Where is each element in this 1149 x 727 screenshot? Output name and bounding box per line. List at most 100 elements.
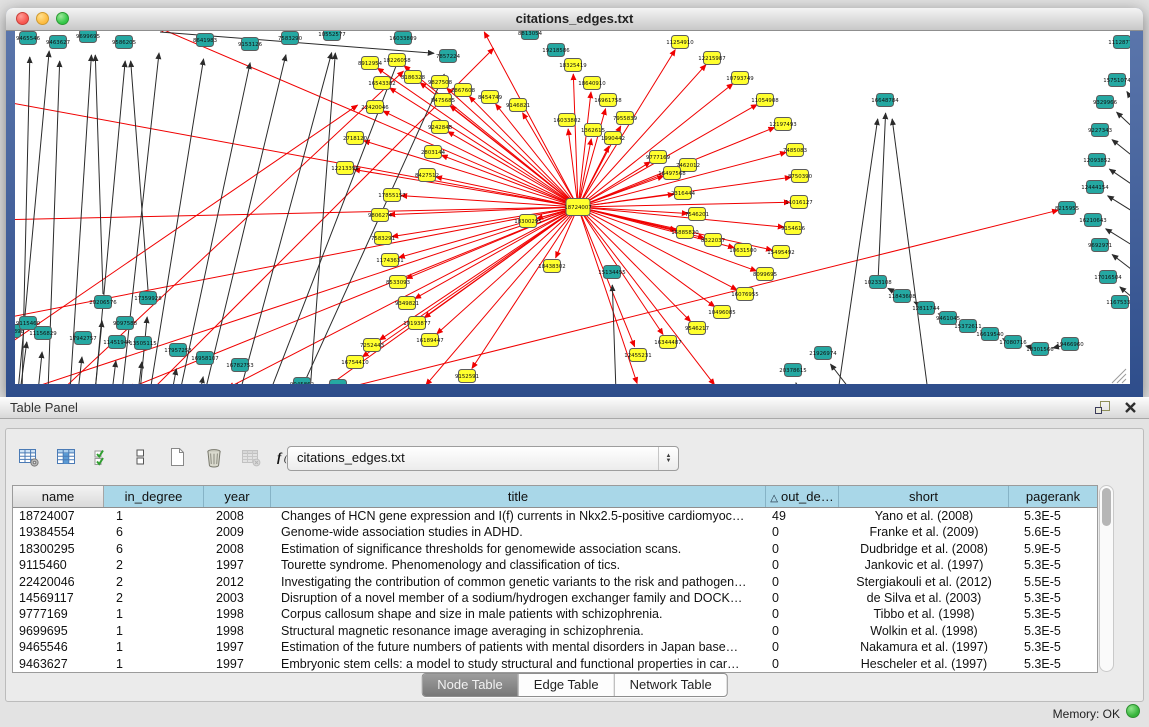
- network-node[interactable]: 9146821: [506, 99, 530, 112]
- network-node[interactable]: 1990442: [601, 132, 625, 145]
- cell-pagerank[interactable]: 5.3E-5: [1009, 557, 1097, 573]
- network-node[interactable]: 7546201: [685, 208, 709, 221]
- cell-short[interactable]: Wolkin et al. (1998): [839, 623, 1009, 639]
- cell-short[interactable]: de Silva et al. (2003): [839, 590, 1009, 606]
- cell-title[interactable]: Investigating the contribution of common…: [271, 574, 766, 590]
- network-node[interactable]: 10193877: [403, 317, 430, 330]
- network-node[interactable]: 18325419: [559, 59, 587, 72]
- network-node[interactable]: 8475685: [431, 94, 455, 107]
- network-node[interactable]: 2718120: [343, 132, 368, 145]
- network-node[interactable]: 12215987: [698, 52, 725, 65]
- cell-pagerank[interactable]: 5.9E-5: [1009, 541, 1097, 557]
- network-edge-directed-red[interactable]: [327, 207, 578, 384]
- network-node[interactable]: 9463627: [46, 36, 70, 49]
- network-node[interactable]: 18640910: [578, 77, 606, 90]
- cell-short[interactable]: Stergiakouli et al. (2012): [839, 574, 1009, 590]
- resize-grip[interactable]: [1112, 369, 1126, 383]
- network-node[interactable]: 16648784: [871, 94, 899, 107]
- tab-edge-table[interactable]: Edge Table: [518, 674, 614, 696]
- cell-pagerank[interactable]: 5.6E-5: [1009, 524, 1097, 540]
- network-edge-directed-black[interactable]: [112, 361, 116, 384]
- network-node[interactable]: 9154616: [781, 222, 806, 235]
- cell-out_degree[interactable]: 49: [766, 508, 839, 524]
- network-node[interactable]: 7252443: [360, 339, 384, 352]
- cell-in_degree[interactable]: 1: [104, 639, 204, 655]
- network-node[interactable]: 9699695: [76, 31, 100, 43]
- network-node[interactable]: 18226058: [383, 54, 411, 67]
- cell-out_degree[interactable]: 0: [766, 574, 839, 590]
- network-node[interactable]: 11128774: [1108, 36, 1130, 49]
- cell-pagerank[interactable]: 5.3E-5: [1009, 508, 1097, 524]
- scrollbar-thumb[interactable]: [1102, 488, 1111, 526]
- network-node[interactable]: 9242848: [428, 121, 453, 134]
- network-edge-directed-black[interactable]: [838, 119, 878, 384]
- cell-name[interactable]: 9115460: [13, 557, 104, 573]
- network-edge-directed-red[interactable]: [29, 207, 578, 384]
- column-header-in_degree[interactable]: in_degree: [104, 486, 204, 507]
- network-node[interactable]: 9045862: [290, 378, 314, 385]
- table-row[interactable]: 946554611997Estimation of the future num…: [13, 639, 1097, 655]
- network-node[interactable]: 12455231: [624, 349, 651, 362]
- network-node[interactable]: 21926974: [809, 347, 837, 360]
- table-row[interactable]: 1938455462009Genome-wide association stu…: [13, 524, 1097, 540]
- network-node[interactable]: 11054908: [751, 94, 779, 107]
- cell-name[interactable]: 9465546: [13, 639, 104, 655]
- network-node[interactable]: 9827508: [428, 76, 453, 89]
- cell-out_degree[interactable]: 0: [766, 524, 839, 540]
- memory-indicator[interactable]: [1126, 704, 1140, 718]
- cell-year[interactable]: 2008: [204, 508, 271, 524]
- network-edge-directed-black[interactable]: [95, 321, 102, 384]
- cell-name[interactable]: 18300295: [13, 541, 104, 557]
- cell-pagerank[interactable]: 5.3E-5: [1009, 590, 1097, 606]
- network-node[interactable]: 15751074: [1103, 74, 1130, 87]
- network-node[interactable]: 8215955: [1055, 202, 1079, 215]
- network-node[interactable]: 10401826: [324, 380, 352, 385]
- network-edge-directed-black[interactable]: [796, 383, 798, 384]
- tab-network-table[interactable]: Network Table: [614, 674, 727, 696]
- cell-title[interactable]: Structural magnetic resonance image aver…: [271, 623, 766, 639]
- table-row[interactable]: 977716911998Corpus callosum shape and si…: [13, 606, 1097, 622]
- cell-year[interactable]: 2009: [204, 524, 271, 540]
- cell-short[interactable]: Dudbridge et al. (2008): [839, 541, 1009, 557]
- network-edge-directed-red[interactable]: [15, 207, 578, 220]
- cell-in_degree[interactable]: 1: [104, 508, 204, 524]
- network-edge-directed-black[interactable]: [892, 119, 928, 384]
- network-node[interactable]: 17016504: [1094, 271, 1122, 284]
- window-titlebar[interactable]: citations_edges.txt: [6, 8, 1143, 31]
- tab-node-table[interactable]: Node Table: [422, 674, 518, 696]
- table-row[interactable]: 1830029562008Estimation of significance …: [13, 541, 1097, 557]
- network-node[interactable]: 16754410: [341, 356, 369, 369]
- cell-title[interactable]: Estimation of the future numbers of pati…: [271, 639, 766, 655]
- network-node[interactable]: 2803144: [421, 146, 446, 159]
- network-edge-directed-red[interactable]: [383, 111, 578, 207]
- network-node[interactable]: 16033809: [389, 32, 417, 45]
- network-node[interactable]: 10552577: [318, 31, 345, 41]
- network-edge-directed-black[interactable]: [200, 377, 203, 384]
- cell-in_degree[interactable]: 2: [104, 557, 204, 573]
- cell-in_degree[interactable]: 6: [104, 524, 204, 540]
- column-header-pagerank[interactable]: pagerank: [1009, 486, 1097, 507]
- network-edge-directed-black[interactable]: [78, 357, 82, 384]
- network-node[interactable]: 17855157: [378, 189, 405, 202]
- cell-title[interactable]: Corpus callosum shape and size in male p…: [271, 606, 766, 622]
- table-row[interactable]: 1456911722003Disruption of a novel membe…: [13, 590, 1097, 606]
- network-node[interactable]: 15885820: [671, 226, 699, 239]
- network-node[interactable]: 7583290: [278, 32, 303, 45]
- column-header-year[interactable]: year: [204, 486, 271, 507]
- cell-short[interactable]: Jankovic et al. (1997): [839, 557, 1009, 573]
- network-edge-directed-red[interactable]: [390, 88, 578, 207]
- network-node[interactable]: 9465546: [16, 32, 41, 45]
- network-node[interactable]: 10793749: [726, 72, 754, 85]
- cell-out_degree[interactable]: 0: [766, 590, 839, 606]
- cell-out_degree[interactable]: 0: [766, 541, 839, 557]
- network-node[interactable]: 11254910: [666, 36, 694, 49]
- column-header-name[interactable]: name: [13, 486, 104, 507]
- cell-short[interactable]: Yano et al. (2008): [839, 508, 1009, 524]
- float-panel-icon[interactable]: [1094, 400, 1111, 420]
- cell-name[interactable]: 9777169: [13, 606, 104, 622]
- cell-in_degree[interactable]: 2: [104, 590, 204, 606]
- network-node[interactable]: 9349821: [395, 297, 419, 310]
- network-edge-directed-black[interactable]: [38, 352, 42, 384]
- cell-name[interactable]: 14569117: [13, 590, 104, 606]
- table-row[interactable]: 946362711997Embryonic stem cells: a mode…: [13, 656, 1097, 672]
